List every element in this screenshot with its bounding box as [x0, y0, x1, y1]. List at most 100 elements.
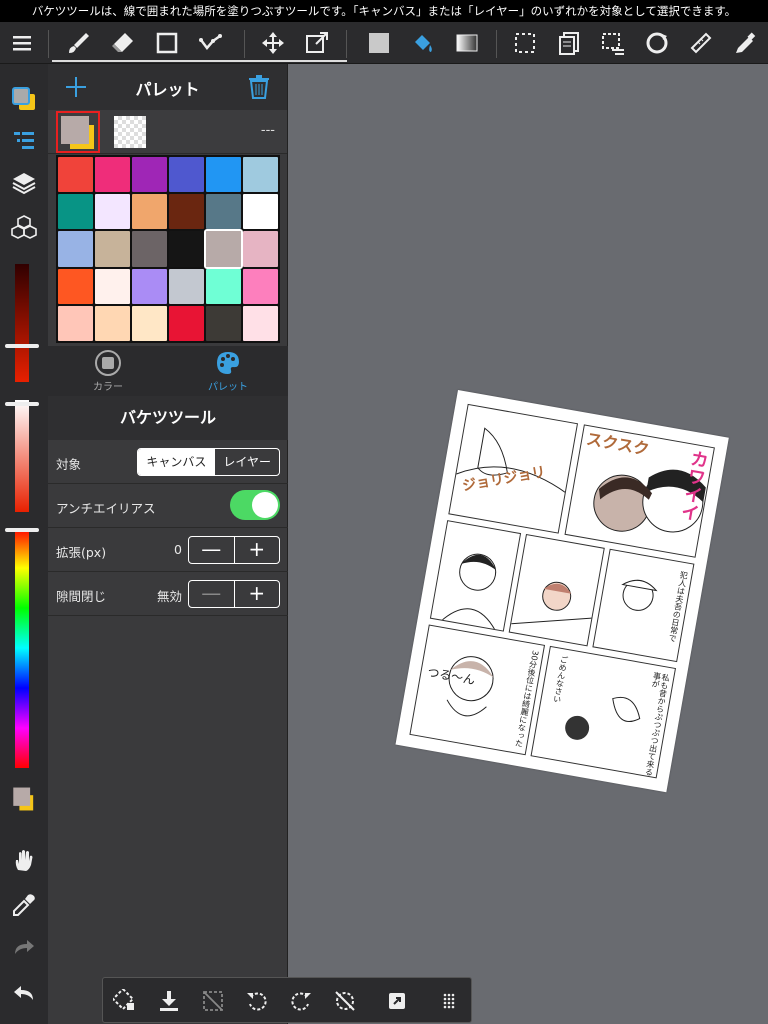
- palette-color-cell[interactable]: [95, 231, 130, 267]
- shape-rect-icon[interactable]: [150, 27, 184, 59]
- more-grid-icon[interactable]: [433, 985, 465, 1017]
- palette-color-cell[interactable]: [206, 157, 241, 193]
- brush-icon[interactable]: [62, 27, 96, 59]
- antialias-row: アンチエイリアス: [48, 484, 288, 528]
- move-icon[interactable]: [256, 27, 290, 59]
- palette-color-cell[interactable]: [169, 268, 204, 304]
- palette-color-cell[interactable]: [206, 305, 241, 341]
- fill-color-icon[interactable]: [362, 27, 396, 59]
- palette-color-cell[interactable]: [169, 305, 204, 341]
- palette-color-cell[interactable]: [243, 231, 278, 267]
- palette-color-cell[interactable]: [206, 194, 241, 230]
- manga-panel-6: 30分後位には綺麗になった つる〜ん: [409, 624, 546, 756]
- palette-color-cell[interactable]: [95, 194, 130, 230]
- redo-icon[interactable]: [7, 930, 41, 964]
- select-list-icon[interactable]: [596, 27, 630, 59]
- manga-panel-7: ごめんなさい 私も昔からぷつぷつ出て来る事が: [530, 645, 677, 779]
- color-swatch-icon[interactable]: [7, 782, 41, 816]
- brush-list-icon[interactable]: [7, 124, 41, 158]
- brush-size-handle[interactable]: [5, 344, 39, 348]
- manga-panel-1: ジョリジョリ: [448, 403, 579, 534]
- palette-color-cell[interactable]: [169, 194, 204, 230]
- status-bar-hint: バケツツールは、線で囲まれた場所を塗りつぶすツールです。「キャンバス」または「レ…: [0, 0, 768, 22]
- palette-color-cell[interactable]: [206, 268, 241, 304]
- tab-palette-label: パレット: [208, 382, 248, 393]
- palette-color-cell[interactable]: [132, 194, 167, 230]
- target-row: 対象 キャンバス レイヤー: [48, 440, 288, 484]
- expand-plus-button[interactable]: +: [235, 537, 280, 563]
- palette-color-cell[interactable]: [132, 305, 167, 341]
- gap-close-label: 隙間閉じ: [56, 589, 107, 604]
- opacity-handle[interactable]: [5, 402, 39, 406]
- expand-minus-button[interactable]: —: [189, 537, 235, 563]
- palette-color-cell[interactable]: [58, 194, 93, 230]
- layer-copy-icon[interactable]: [552, 27, 586, 59]
- left-sidebar: [0, 64, 48, 1024]
- palette-color-cell[interactable]: [58, 268, 93, 304]
- palette-color-cell[interactable]: [132, 231, 167, 267]
- antialias-toggle[interactable]: [230, 490, 280, 520]
- clear-selection-icon[interactable]: [109, 985, 141, 1017]
- palette-color-cell[interactable]: [95, 268, 130, 304]
- palette-color-cell[interactable]: [243, 157, 278, 193]
- swatch-value: ---: [260, 123, 275, 138]
- hue-handle[interactable]: [5, 528, 39, 532]
- brush-size-slider[interactable]: [15, 264, 29, 382]
- palette-color-cell[interactable]: [58, 305, 93, 341]
- download-icon[interactable]: [153, 985, 185, 1017]
- palette-color-cell[interactable]: [204, 229, 243, 269]
- palette-color-cell[interactable]: [169, 231, 204, 267]
- tab-palette[interactable]: パレット: [168, 346, 288, 396]
- expand-stepper: — +: [188, 536, 280, 564]
- materials-icon[interactable]: [7, 210, 41, 244]
- bucket-tool-title: バケツツール: [48, 396, 288, 440]
- palette-color-cell[interactable]: [169, 157, 204, 193]
- undo-icon[interactable]: [7, 976, 41, 1010]
- gap-minus-button[interactable]: —: [189, 581, 235, 607]
- palette-color-cell[interactable]: [58, 157, 93, 193]
- transparent-swatch[interactable]: [114, 116, 146, 148]
- layers-icon[interactable]: [7, 166, 41, 200]
- opacity-slider[interactable]: [15, 400, 29, 512]
- target-canvas-option[interactable]: キャンバス: [138, 449, 215, 475]
- line-tool-icon[interactable]: [194, 27, 228, 59]
- tab-color[interactable]: カラー: [48, 346, 168, 396]
- bucket-icon[interactable]: [406, 27, 440, 59]
- color-panel-icon[interactable]: [7, 82, 41, 116]
- expand-value: 0: [174, 542, 182, 557]
- rotate-right-icon[interactable]: [285, 985, 317, 1017]
- palette-header: パレット: [48, 64, 287, 110]
- palette-color-cell[interactable]: [95, 305, 130, 341]
- canvas-page[interactable]: ジョリジョリ カワイイ スクスク 犯人は夫吾の日常で 30分後位には綺麗になった…: [395, 390, 729, 793]
- hand-icon[interactable]: [7, 844, 41, 878]
- hue-slider[interactable]: [15, 528, 29, 768]
- ruler-icon[interactable]: [684, 27, 718, 59]
- palette-color-cell[interactable]: [95, 157, 130, 193]
- palette-color-cell[interactable]: [132, 157, 167, 193]
- rotate-icon[interactable]: [640, 27, 674, 59]
- reset-rotation-icon[interactable]: [329, 985, 361, 1017]
- pen-settings-icon[interactable]: [728, 27, 762, 59]
- palette-color-cell[interactable]: [243, 268, 278, 304]
- menu-icon[interactable]: [5, 27, 39, 59]
- target-layer-option[interactable]: レイヤー: [214, 449, 279, 475]
- palette-color-cell[interactable]: [243, 194, 278, 230]
- rotate-left-icon[interactable]: [241, 985, 273, 1017]
- gradient-icon[interactable]: [450, 27, 484, 59]
- palette-color-cell[interactable]: [243, 305, 278, 341]
- eyedropper-icon[interactable]: [7, 888, 41, 922]
- current-color-swatch[interactable]: [56, 111, 100, 153]
- eraser-icon[interactable]: [106, 27, 140, 59]
- deselect-icon[interactable]: [197, 985, 229, 1017]
- selection-icon[interactable]: [508, 27, 542, 59]
- trash-icon[interactable]: [247, 74, 271, 100]
- antialias-label: アンチエイリアス: [56, 501, 156, 516]
- top-toolbar: [0, 22, 768, 64]
- palette-color-cell[interactable]: [58, 231, 93, 267]
- gap-plus-button[interactable]: +: [235, 581, 280, 607]
- share-icon[interactable]: [381, 985, 413, 1017]
- expand-row: 拡張(px) 0 — +: [48, 528, 288, 572]
- palette-color-cell[interactable]: [132, 268, 167, 304]
- manga-panel-2: カワイイ スクスク: [564, 424, 715, 558]
- transform-icon[interactable]: [300, 27, 334, 59]
